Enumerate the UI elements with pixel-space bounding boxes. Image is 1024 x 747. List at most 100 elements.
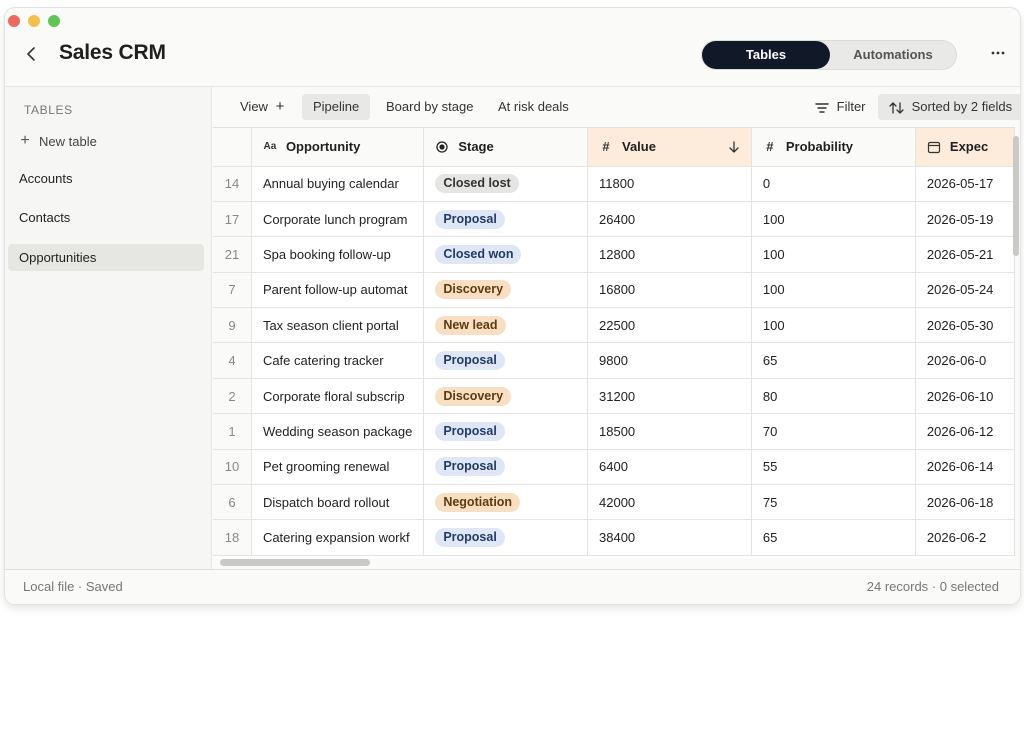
cell-opportunity[interactable]: Pet grooming renewal	[251, 449, 425, 486]
cell-opportunity[interactable]: Cafe catering tracker	[251, 342, 425, 379]
cell-stage[interactable]: Proposal	[423, 342, 588, 379]
table-row[interactable]: 10 Pet grooming renewal Proposal 6400 55 2026…	[213, 449, 1015, 486]
cell-probability[interactable]: 65	[751, 519, 916, 556]
cell-expected[interactable]: 2026-06-12	[915, 413, 1015, 450]
cell-opportunity[interactable]: Corporate lunch program	[251, 201, 425, 238]
sort-button[interactable]: Sorted by 2 fields	[878, 94, 1020, 120]
cell-stage[interactable]: Proposal	[423, 519, 588, 556]
row-number: 10	[213, 449, 252, 486]
cell-probability[interactable]: 55	[751, 449, 916, 486]
cell-stage[interactable]: Negotiation	[423, 484, 588, 521]
cell-value[interactable]: 11800	[587, 166, 752, 202]
cell-probability[interactable]: 100	[751, 307, 916, 344]
close-window-button[interactable]	[8, 15, 20, 27]
filter-label: Filter	[836, 99, 866, 114]
table-row[interactable]: 17 Corporate lunch program Proposal 26400 10…	[213, 201, 1015, 238]
column-label: Stage	[458, 139, 494, 155]
filter-button[interactable]: Filter	[804, 94, 877, 120]
automations-tab[interactable]: Automations	[830, 41, 956, 69]
cell-value[interactable]: 16800	[587, 272, 752, 309]
back-chevron-icon[interactable]	[23, 44, 41, 64]
cell-probability[interactable]: 100	[751, 201, 916, 238]
header-row: Aa Opportunity Stage # Value # Probabili…	[213, 128, 1015, 167]
new-table-label: New table	[39, 133, 97, 149]
cell-probability[interactable]: 65	[751, 342, 916, 379]
table-row[interactable]: 4 Cafe catering tracker Proposal 9800 65 2026…	[213, 342, 1015, 379]
column-header-stage[interactable]: Stage	[423, 128, 588, 167]
cell-value[interactable]: 18500	[587, 413, 752, 450]
column-header-opportunity[interactable]: Aa Opportunity	[251, 128, 425, 167]
table-row[interactable]: 2 Corporate floral subscrip Discovery 31200…	[213, 378, 1015, 415]
view-tab-board-by-stage[interactable]: Board by stage	[375, 94, 484, 120]
vertical-scrollbar[interactable]	[1013, 136, 1019, 256]
cell-probability[interactable]: 100	[751, 236, 916, 273]
sidebar-item-contacts[interactable]: Contacts	[8, 204, 204, 231]
cell-value[interactable]: 31200	[587, 378, 752, 415]
cell-probability[interactable]: 70	[751, 413, 916, 450]
view-tab-pipeline[interactable]: Pipeline	[302, 94, 371, 120]
table-row[interactable]: 7 Parent follow-up automat Discovery 16800 1…	[213, 272, 1015, 309]
table-row[interactable]: 14 Annual buying calendar Closed lost 11800…	[213, 166, 1015, 202]
table-row[interactable]: 21 Spa booking follow-up Closed won 12800 10…	[213, 236, 1015, 273]
cell-value[interactable]: 22500	[587, 307, 752, 344]
cell-opportunity[interactable]: Annual buying calendar	[251, 166, 425, 202]
table-row[interactable]: 9 Tax season client portal New lead 22500 10…	[213, 307, 1015, 344]
cell-expected[interactable]: 2026-06-2	[915, 519, 1015, 556]
plus-icon: +	[275, 98, 285, 115]
cell-stage[interactable]: Discovery	[423, 378, 588, 415]
cell-value[interactable]: 38400	[587, 519, 752, 556]
cell-stage[interactable]: Proposal	[423, 449, 588, 486]
cell-opportunity[interactable]: Wedding season package	[251, 413, 425, 450]
cell-stage[interactable]: Closed won	[423, 236, 588, 273]
cell-value[interactable]: 6400	[587, 449, 752, 486]
table-row[interactable]: 1 Wedding season package Proposal 18500 70 20…	[213, 413, 1015, 450]
cell-opportunity[interactable]: Corporate floral subscrip	[251, 378, 425, 415]
cell-expected[interactable]: 2026-05-17	[915, 166, 1015, 202]
cell-opportunity[interactable]: Dispatch board rollout	[251, 484, 425, 521]
cell-stage[interactable]: Proposal	[423, 201, 588, 238]
cell-probability[interactable]: 80	[751, 378, 916, 415]
cell-value[interactable]: 26400	[587, 201, 752, 238]
cell-opportunity[interactable]: Spa booking follow-up	[251, 236, 425, 273]
zoom-window-button[interactable]	[48, 15, 60, 27]
cell-stage[interactable]: Proposal	[423, 413, 588, 450]
more-horizontal-icon[interactable]	[989, 44, 1007, 62]
stage-badge: Proposal	[435, 528, 505, 548]
cell-expected[interactable]: 2026-06-14	[915, 449, 1015, 486]
tables-tab[interactable]: Tables	[702, 41, 830, 69]
number-icon: #	[602, 139, 610, 155]
cell-stage[interactable]: Closed lost	[423, 166, 588, 202]
sidebar-item-accounts[interactable]: Accounts	[8, 165, 204, 192]
cell-value[interactable]: 12800	[587, 236, 752, 273]
cell-expected[interactable]: 2026-05-21	[915, 236, 1015, 273]
cell-opportunity[interactable]: Parent follow-up automat	[251, 272, 425, 309]
column-header-value[interactable]: # Value	[587, 128, 752, 167]
table-row[interactable]: 18 Catering expansion workf Proposal 38400 6…	[213, 519, 1015, 556]
calendar-icon	[927, 141, 941, 153]
cell-expected[interactable]: 2026-05-24	[915, 272, 1015, 309]
cell-opportunity[interactable]: Tax season client portal	[251, 307, 425, 344]
cell-value[interactable]: 42000	[587, 484, 752, 521]
view-tab-at-risk-deals[interactable]: At risk deals	[487, 94, 580, 120]
cell-value[interactable]: 9800	[587, 342, 752, 379]
cell-probability[interactable]: 75	[751, 484, 916, 521]
sidebar-item-opportunities[interactable]: Opportunities	[8, 244, 204, 271]
cell-probability[interactable]: 100	[751, 272, 916, 309]
cell-expected[interactable]: 2026-06-10	[915, 378, 1015, 415]
add-view-button[interactable]: View +	[229, 94, 295, 120]
cell-expected[interactable]: 2026-06-0	[915, 342, 1015, 379]
column-header-probability[interactable]: # Probability	[751, 128, 916, 167]
column-header-expected[interactable]: Expec	[915, 128, 1015, 167]
cell-probability[interactable]: 0	[751, 166, 916, 202]
new-table-button[interactable]: + New table	[19, 132, 97, 150]
cell-stage[interactable]: New lead	[423, 307, 588, 344]
table-row[interactable]: 6 Dispatch board rollout Negotiation 42000 7…	[213, 484, 1015, 521]
cell-opportunity[interactable]: Catering expansion workf	[251, 519, 425, 556]
cell-expected[interactable]: 2026-06-18	[915, 484, 1015, 521]
minimize-window-button[interactable]	[28, 15, 40, 27]
cell-expected[interactable]: 2026-05-30	[915, 307, 1015, 344]
cell-stage[interactable]: Discovery	[423, 272, 588, 309]
cell-expected[interactable]: 2026-05-19	[915, 201, 1015, 238]
horizontal-scrollbar[interactable]	[220, 559, 370, 566]
view-switcher: Tables Automations	[701, 40, 957, 70]
